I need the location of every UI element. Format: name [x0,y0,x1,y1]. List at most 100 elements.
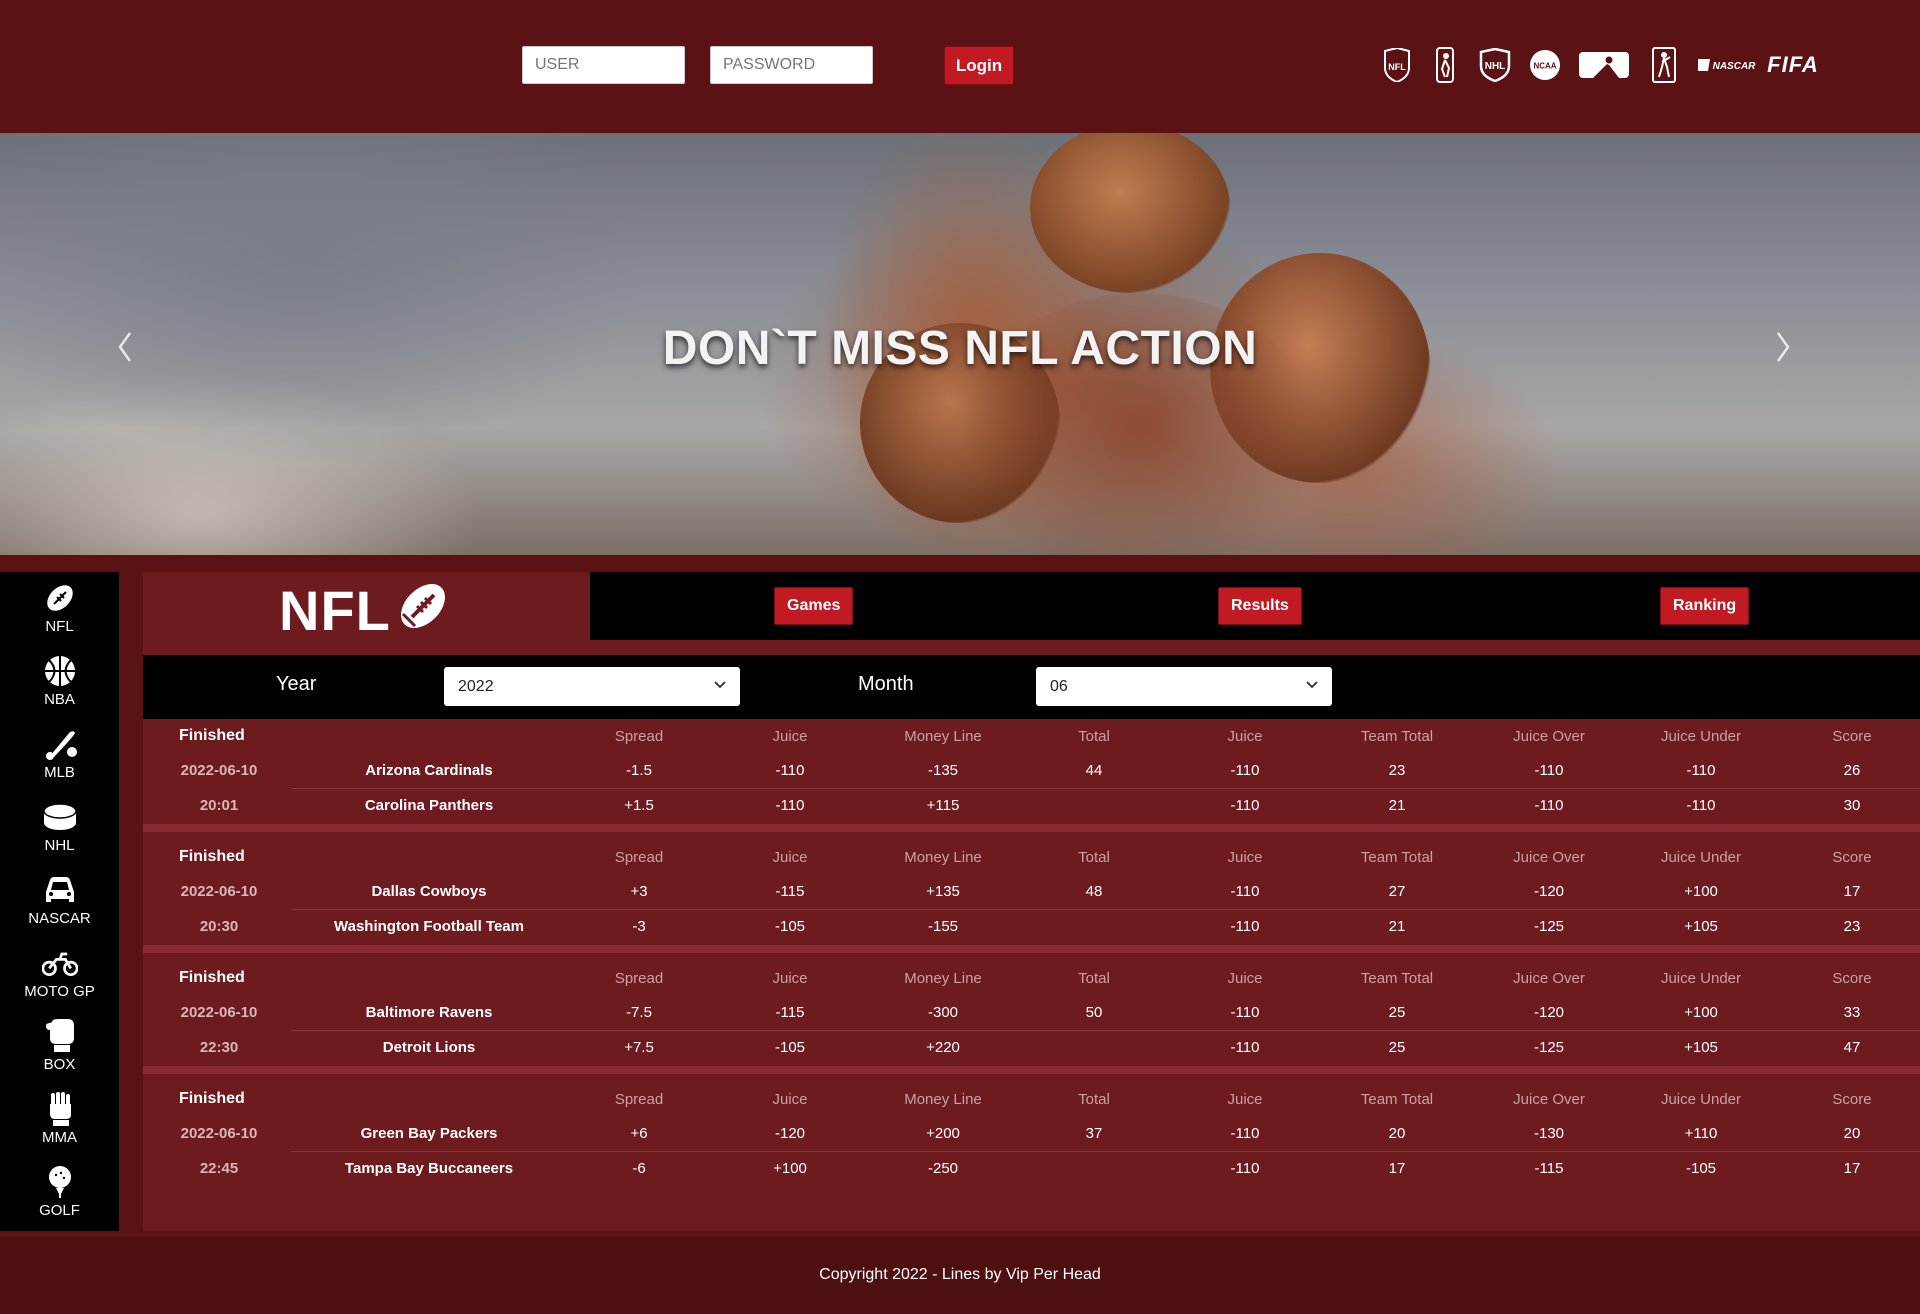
sidebar-item-nascar[interactable]: NASCAR [0,864,119,937]
column-header: Team Total [1360,728,1434,745]
tab-ranking[interactable]: Ranking [1660,587,1750,625]
odds-cell: +105 [1684,1039,1718,1056]
hockey-puck-icon [43,803,77,830]
column-header: Total [1078,728,1110,745]
odds-cell: -115 [775,1004,805,1021]
odds-cell: 27 [1388,883,1406,900]
boxing-glove-icon [46,1019,74,1052]
team-row: 2022-06-10 Arizona Cardinals -1.5 -110 -135 4… [143,753,1920,789]
sidebar-item-label: MMA [42,1129,77,1146]
nhl-logo-icon[interactable]: NHL [1471,42,1519,88]
game-time: 20:01 [199,797,239,814]
league-logos: NFL NHL NCAA NASCAR FIFA [1375,42,1823,88]
odds-cell: 23 [1843,918,1861,935]
password-input[interactable] [710,46,873,84]
chevron-down-icon [714,681,726,689]
sidebar-item-nba[interactable]: NBA [0,645,119,718]
football-icon [401,584,445,628]
column-header: Team Total [1360,1091,1434,1108]
football-icon [47,585,73,611]
odds-cell: -1.5 [626,762,652,779]
odds-cell: +100 [773,1160,807,1177]
odds-cell: -110 [1230,883,1260,900]
nfl-logo-icon[interactable]: NFL [1375,42,1419,88]
column-header: Score [1832,1091,1872,1108]
sidebar-item-mma[interactable]: MMA [0,1083,119,1156]
carousel-next-arrow-icon[interactable] [1768,327,1798,367]
team-row: 22:30 Detroit Lions +7.5 -105 +220 -110 25 -125… [143,1030,1920,1065]
month-label: Month [858,673,914,695]
column-header: Juice [1227,849,1263,866]
odds-cell: 17 [1843,1160,1861,1177]
column-header: Juice Under [1660,728,1742,745]
ncaa-logo-icon[interactable]: NCAA [1519,42,1571,88]
odds-cell: -7.5 [626,1004,652,1021]
sidebar-item-box[interactable]: BOX [0,1010,119,1083]
game-date: 2022-06-10 [180,762,258,779]
year-label: Year [276,673,317,695]
odds-cell: -120 [1533,1004,1565,1021]
team-row: 20:01 Carolina Panthers +1.5 -110 +115 -110 21… [143,788,1920,823]
hero-banner: DON`T MISS NFL ACTION [0,133,1920,555]
odds-cell [1024,909,1164,944]
odds-cell: -110 [1230,1004,1260,1021]
odds-cell: 17 [1843,883,1861,900]
game-separator [143,945,1920,953]
motorcycle-icon [42,952,78,977]
game-block: Finished Spread Juice Money Line Total Juice T… [143,961,1920,1074]
tab-results[interactable]: Results [1218,587,1302,625]
svg-text:NHL: NHL [1485,61,1506,72]
team-row: 20:30 Washington Football Team -3 -105 -155 -… [143,909,1920,944]
game-block: Finished Spread Juice Money Line Total Juice T… [143,719,1920,832]
team-name: Dallas Cowboys [371,883,487,900]
login-button[interactable]: Login [944,46,1014,85]
game-separator [143,824,1920,832]
odds-cell: 50 [1085,1004,1103,1021]
sidebar-item-golf[interactable]: GOLF [0,1156,119,1229]
pga-logo-icon[interactable] [1637,42,1691,88]
odds-cell: 17 [1388,1160,1406,1177]
game-status: Finished [179,727,245,744]
column-header: Money Line [904,728,982,745]
fifa-logo-icon[interactable]: FIFA [1763,42,1823,88]
team-name: Carolina Panthers [364,797,494,814]
odds-cell: +110 [1684,1125,1718,1142]
sidebar-item-mlb[interactable]: MLB [0,718,119,791]
odds-cell: +200 [926,1125,960,1142]
mlb-logo-icon[interactable] [1571,42,1637,88]
odds-cell [1024,1030,1164,1065]
odds-cell: -110 [1534,762,1564,779]
odds-cell: -3 [632,918,646,935]
column-header: Spread [614,849,664,866]
odds-cell: 20 [1843,1125,1861,1142]
game-time: 22:30 [199,1039,239,1056]
sidebar-item-nhl[interactable]: NHL [0,791,119,864]
tab-games[interactable]: Games [774,587,854,625]
hero-title: DON`T MISS NFL ACTION [662,322,1258,375]
odds-cell: 21 [1388,918,1406,935]
column-header: Total [1078,849,1110,866]
odds-cell: -110 [1230,797,1260,814]
column-header: Spread [614,970,664,987]
odds-cell: -130 [1533,1125,1565,1142]
sidebar-item-nfl[interactable]: NFL [0,572,119,645]
team-row: 2022-06-10 Dallas Cowboys +3 -115 +135 48 -110… [143,874,1920,910]
panel-bottom [143,1189,1920,1231]
month-select[interactable]: 06 [1036,667,1332,706]
odds-cell: -110 [1686,797,1716,814]
team-name: Baltimore Ravens [365,1004,493,1021]
nascar-logo-icon[interactable]: NASCAR [1691,42,1763,88]
game-header-row: Finished Spread Juice Money Line Total Juice T… [143,961,1920,996]
year-select[interactable]: 2022 [444,667,740,706]
team-name: Green Bay Packers [360,1125,498,1142]
sidebar-item-moto-gp[interactable]: MOTO GP [0,937,119,1010]
team-row: 2022-06-10 Baltimore Ravens -7.5 -115 -300 50… [143,995,1920,1031]
sidebar-item-label: NFL [45,618,74,635]
game-time: 20:30 [199,918,239,935]
column-header: Spread [614,728,664,745]
odds-cell: +115 [926,797,960,814]
column-header: Juice Over [1513,970,1585,987]
carousel-prev-arrow-icon[interactable] [110,327,140,367]
nba-logo-icon[interactable] [1419,42,1471,88]
username-input[interactable] [522,46,685,84]
